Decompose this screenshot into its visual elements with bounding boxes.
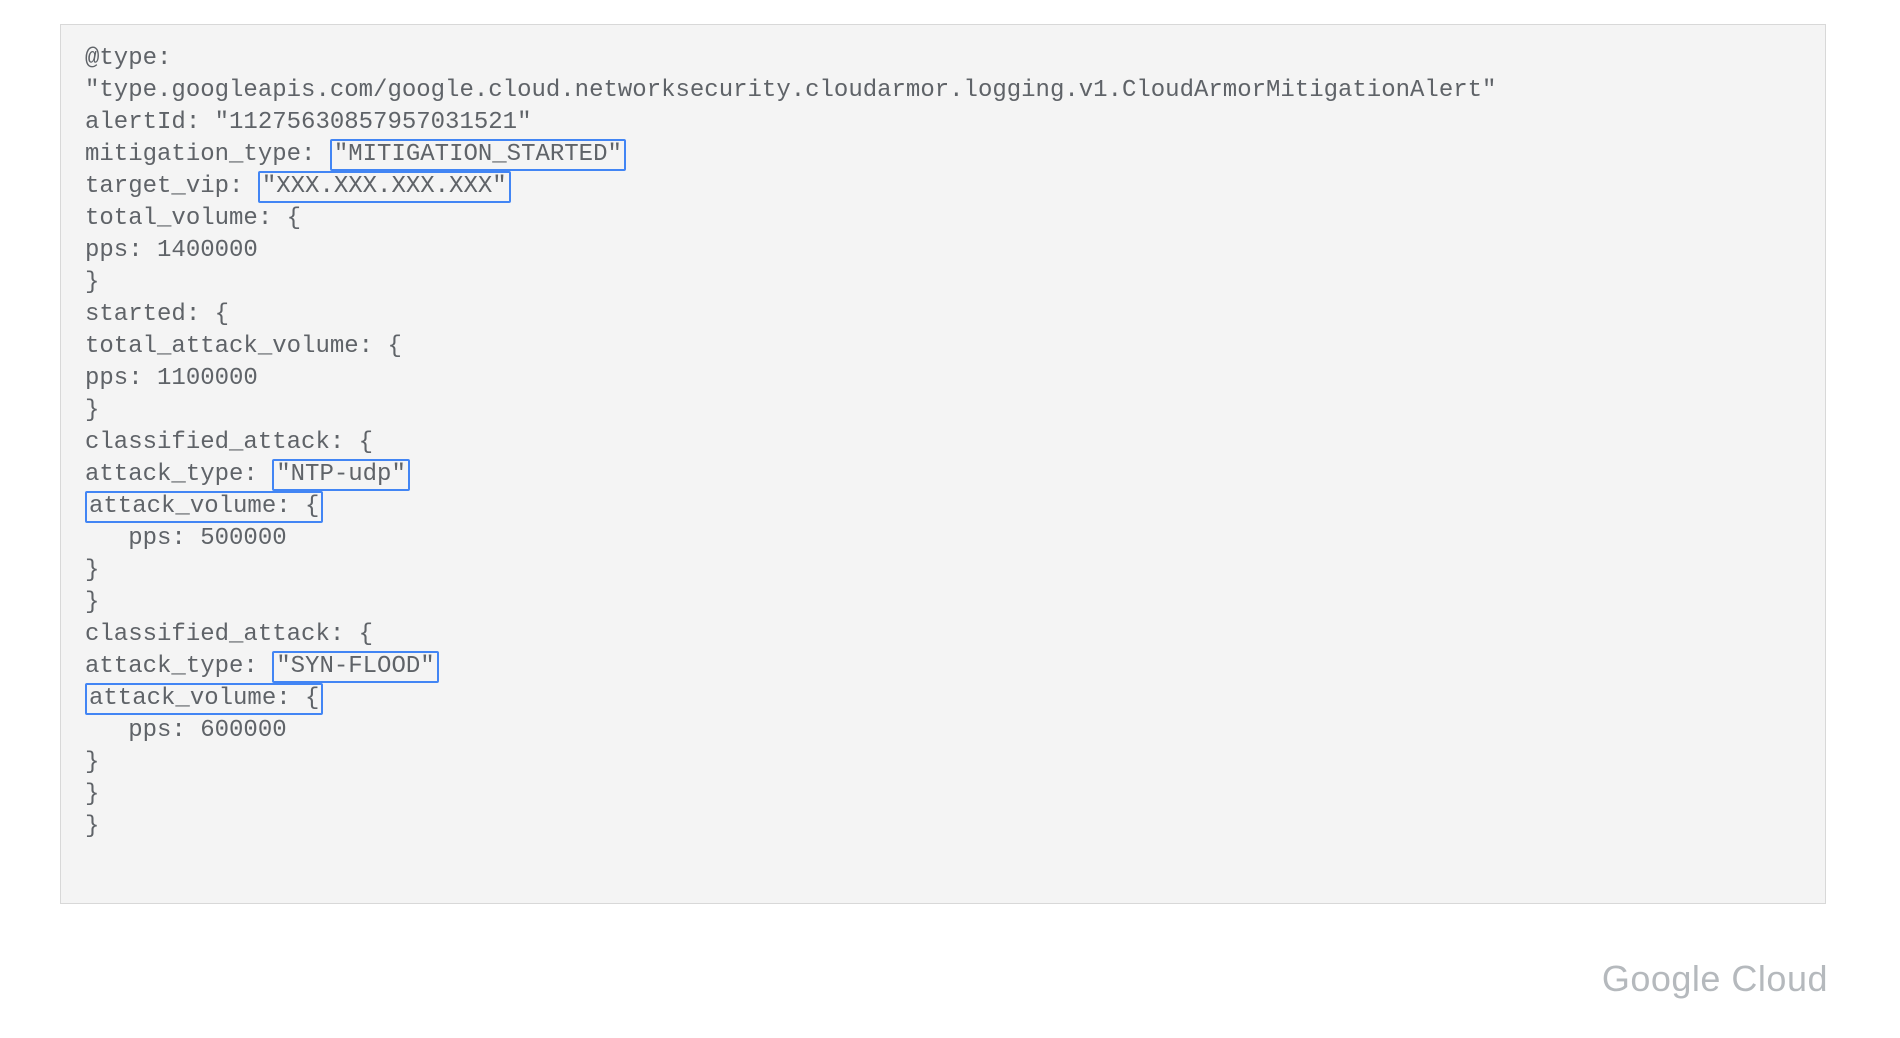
log-text: @type: "type.googleapis.com/google.cloud… [85,43,1801,843]
log-panel: @type: "type.googleapis.com/google.cloud… [60,24,1826,904]
highlight-box: attack_volume: { [85,683,323,715]
highlight-box: "SYN-FLOOD" [272,651,438,683]
highlight-box: attack_volume: { [85,491,323,523]
attribution-logo: Google Cloud [1602,958,1828,1000]
highlight-box: "NTP-udp" [272,459,410,491]
highlight-box: "MITIGATION_STARTED" [330,139,626,171]
highlight-box: "XXX.XXX.XXX.XXX" [258,171,511,203]
